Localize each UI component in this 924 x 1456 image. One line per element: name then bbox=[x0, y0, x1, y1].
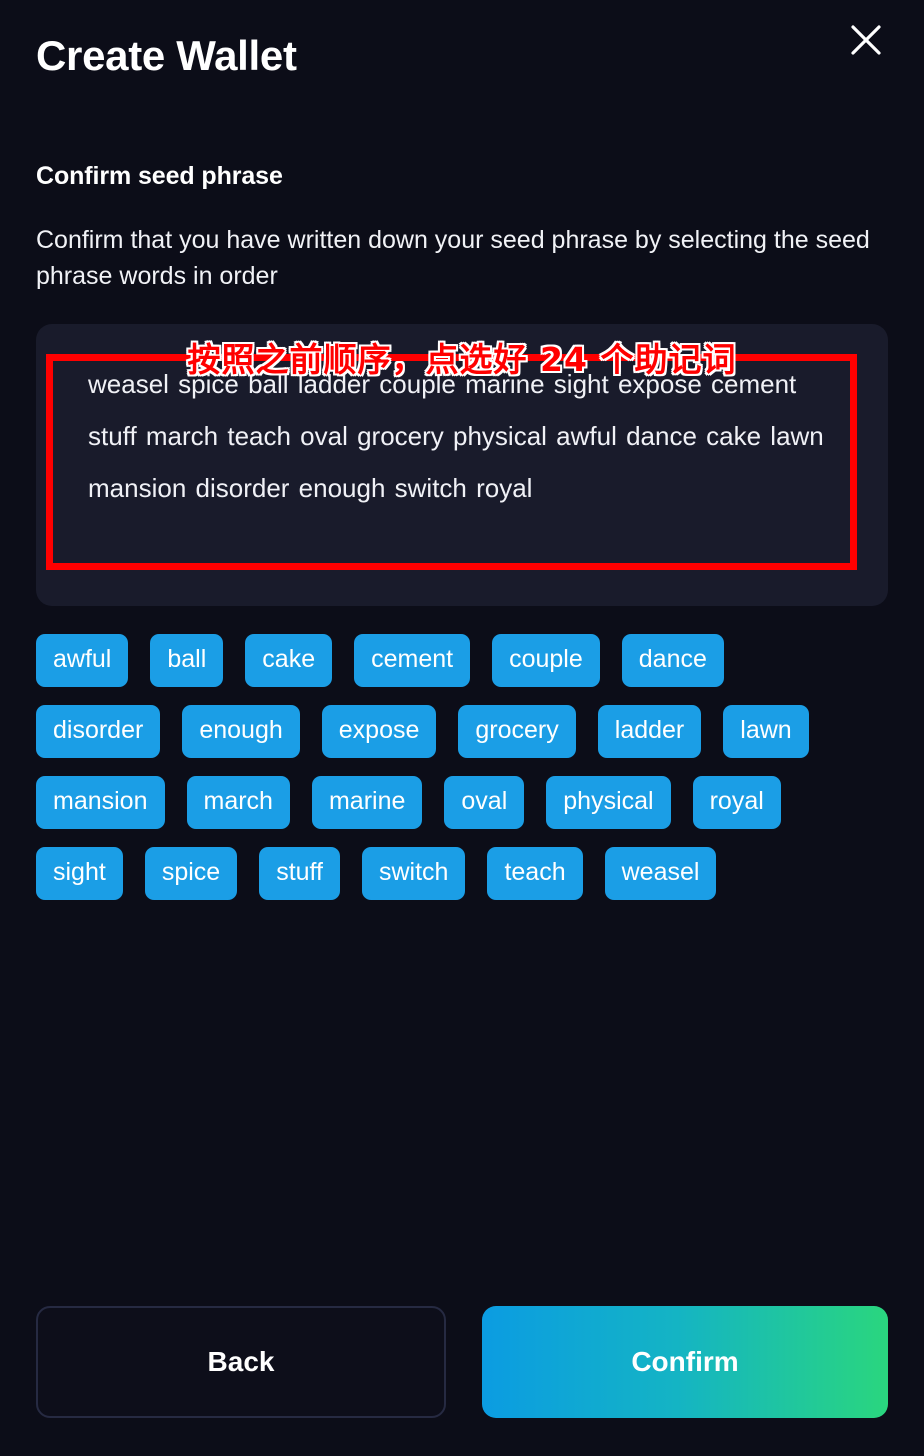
seed-phrase-text: weasel spice ball ladder couple marine s… bbox=[88, 369, 824, 503]
word-chip[interactable]: oval bbox=[444, 776, 525, 829]
word-chip[interactable]: mansion bbox=[36, 776, 165, 829]
word-chip[interactable]: stuff bbox=[259, 847, 340, 900]
word-chip[interactable]: cake bbox=[245, 634, 333, 687]
word-chip[interactable]: couple bbox=[492, 634, 600, 687]
modal-header: Create Wallet bbox=[36, 0, 888, 112]
word-chip[interactable]: march bbox=[186, 776, 290, 829]
word-chip[interactable]: dance bbox=[621, 634, 724, 687]
word-chip[interactable]: disorder bbox=[36, 705, 161, 758]
word-chip[interactable]: lawn bbox=[723, 705, 809, 758]
section-description: Confirm that you have written down your … bbox=[36, 226, 870, 290]
word-chip[interactable]: ball bbox=[150, 634, 224, 687]
seed-phrase-box: weasel spice ball ladder couple marine s… bbox=[36, 324, 888, 606]
confirm-button[interactable]: Confirm bbox=[482, 1306, 888, 1418]
word-chip[interactable]: enough bbox=[182, 705, 300, 758]
section-heading: Confirm seed phrase bbox=[36, 162, 283, 190]
word-chip[interactable]: spice bbox=[144, 847, 238, 900]
word-chip[interactable]: sight bbox=[36, 847, 123, 900]
page-title: Create Wallet bbox=[36, 31, 297, 79]
word-chip[interactable]: expose bbox=[321, 705, 437, 758]
modal-footer: Back Confirm bbox=[36, 1306, 888, 1418]
word-chip[interactable]: physical bbox=[546, 776, 671, 829]
word-chip[interactable]: cement bbox=[354, 634, 471, 687]
word-chip[interactable]: weasel bbox=[604, 847, 717, 900]
word-chip[interactable]: teach bbox=[487, 847, 583, 900]
back-button[interactable]: Back bbox=[36, 1306, 446, 1418]
word-chip[interactable]: awful bbox=[36, 634, 129, 687]
word-chip[interactable]: switch bbox=[361, 847, 466, 900]
word-chip[interactable]: marine bbox=[311, 776, 423, 829]
word-chip[interactable]: royal bbox=[692, 776, 781, 829]
word-chip[interactable]: ladder bbox=[597, 705, 702, 758]
close-button[interactable] bbox=[844, 18, 888, 62]
create-wallet-modal: Create Wallet Confirm seed phrase Confir… bbox=[0, 0, 924, 1456]
word-chip[interactable]: grocery bbox=[458, 705, 576, 758]
close-icon bbox=[849, 23, 883, 57]
word-chip-list: awful ball cake cement couple dance disorder en… bbox=[36, 634, 866, 900]
